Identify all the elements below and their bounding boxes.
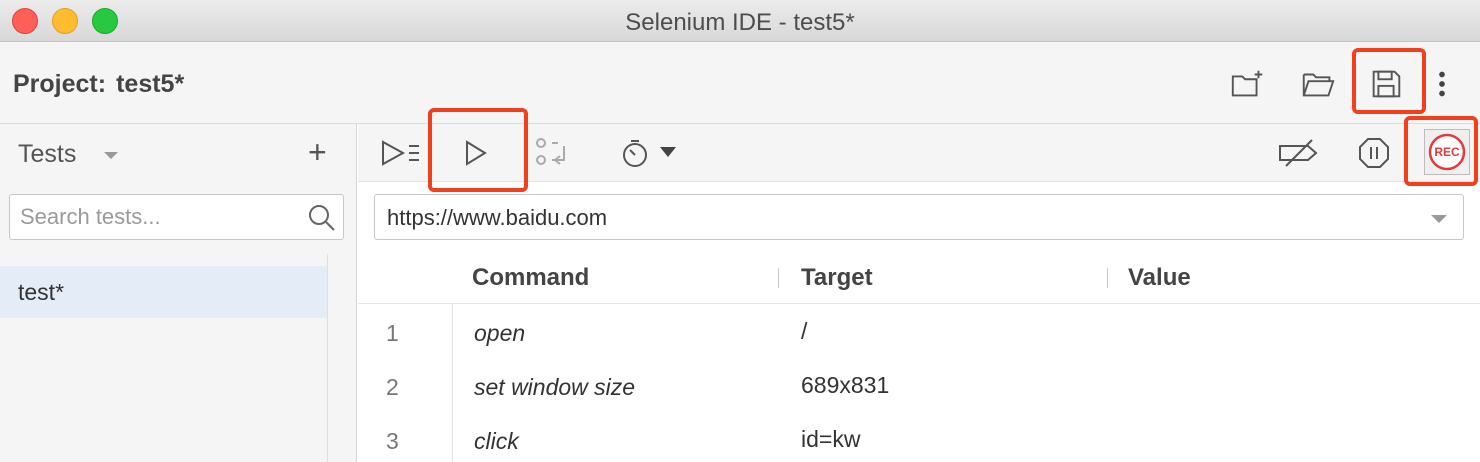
- base-url-value: https://www.baidu.com: [387, 205, 608, 230]
- base-url-dropdown[interactable]: https://www.baidu.com: [374, 194, 1464, 240]
- table-row[interactable]: 2 set window size 689x831: [358, 360, 1480, 414]
- pause-on-exceptions-button[interactable]: [1354, 130, 1394, 176]
- step-over-icon: [536, 138, 565, 165]
- search-tests-box: [9, 194, 344, 240]
- more-vertical-icon: [1439, 71, 1445, 97]
- new-folder-icon: [1231, 70, 1263, 97]
- caret-down-icon[interactable]: [104, 152, 118, 159]
- column-resizer[interactable]: [778, 268, 779, 288]
- open-project-button[interactable]: [1296, 62, 1340, 106]
- row-command: open: [474, 320, 526, 346]
- run-all-tests-button[interactable]: [376, 130, 426, 176]
- search-icon: [309, 205, 335, 231]
- tests-dropdown[interactable]: Tests: [18, 140, 76, 169]
- url-area: https://www.baidu.com: [358, 182, 1480, 254]
- test-execution-speed-button[interactable]: [618, 130, 682, 176]
- project-label: Project:: [13, 70, 107, 98]
- row-target: 689x831: [801, 372, 890, 398]
- project-name[interactable]: test5*: [116, 70, 184, 98]
- search-tests-input[interactable]: [20, 203, 300, 231]
- column-header-command: Command: [472, 264, 590, 291]
- row-number: 3: [386, 428, 399, 454]
- add-test-button[interactable]: +: [308, 136, 327, 168]
- open-folder-icon: [1302, 73, 1335, 97]
- row-target: id=kw: [801, 426, 861, 452]
- record-button[interactable]: REC: [1424, 129, 1470, 175]
- test-toolbar: REC: [358, 124, 1480, 182]
- new-project-button[interactable]: [1226, 62, 1270, 106]
- column-header-target: Target: [801, 264, 873, 291]
- record-label: REC: [1434, 145, 1460, 159]
- run-current-test-button[interactable]: [450, 130, 500, 176]
- caret-down-icon[interactable]: [1431, 215, 1447, 223]
- test-item[interactable]: test*: [0, 266, 327, 318]
- save-icon: [1372, 70, 1401, 98]
- window-title: Selenium IDE - test5*: [625, 9, 855, 36]
- run-all-tests-icon: [382, 140, 419, 166]
- column-header-value: Value: [1128, 264, 1191, 291]
- project-title: Project: test5*: [13, 70, 184, 99]
- pause-on-exceptions-icon: [1359, 138, 1389, 168]
- project-header: Project: test5*: [0, 42, 1480, 124]
- column-resizer[interactable]: [1107, 268, 1108, 288]
- more-options-button[interactable]: [1420, 62, 1464, 106]
- test-execution-speed-icon: [623, 140, 676, 167]
- command-table: Command Target Value 1 open / 2 set wind…: [358, 254, 1480, 462]
- test-list: test*: [0, 266, 327, 462]
- sidebar-scrollbar[interactable]: [327, 254, 328, 462]
- row-command: set window size: [474, 374, 636, 400]
- row-number: 2: [386, 374, 399, 400]
- run-current-test-icon: [466, 140, 487, 166]
- disable-breakpoints-icon: [1279, 139, 1318, 167]
- title-bar: Selenium IDE - test5*: [0, 0, 1480, 42]
- row-number: 1: [386, 320, 399, 346]
- disable-breakpoints-button[interactable]: [1276, 130, 1322, 176]
- table-header: Command Target Value: [358, 254, 1480, 304]
- tests-sidebar: Tests + test*: [0, 124, 357, 462]
- save-project-button[interactable]: [1364, 62, 1408, 106]
- table-row[interactable]: 1 open /: [358, 306, 1480, 360]
- step-over-button: [530, 130, 574, 176]
- row-target: /: [801, 318, 808, 344]
- table-row[interactable]: 3 click id=kw: [358, 414, 1480, 462]
- row-command: click: [474, 428, 519, 454]
